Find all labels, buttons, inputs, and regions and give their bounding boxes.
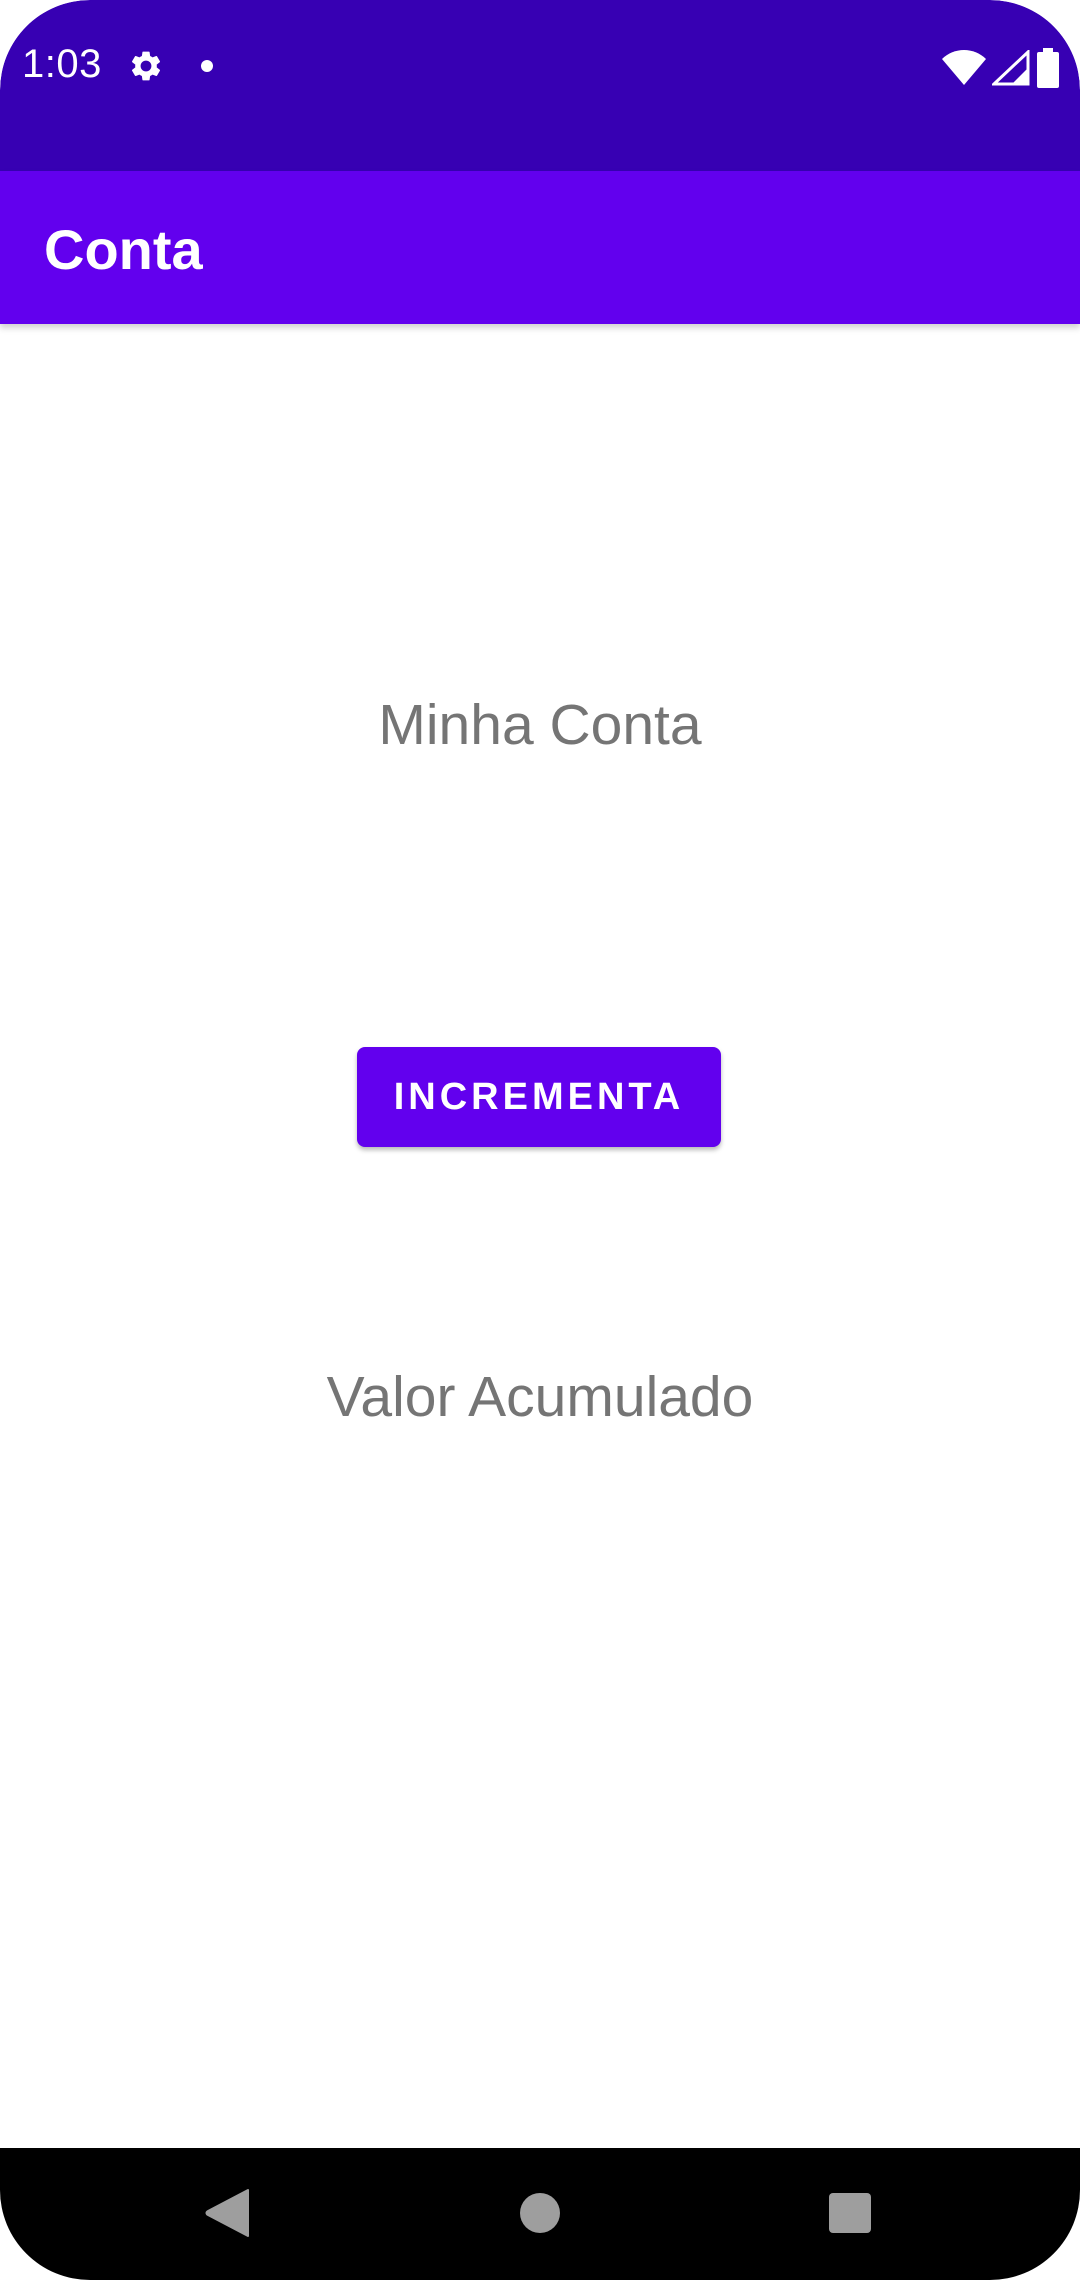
status-time: 1:03 (22, 42, 102, 86)
main-content: Minha Conta INCREMENTA Valor Acumulado (0, 324, 1080, 2148)
wifi-icon (942, 50, 986, 85)
app-title: Conta (44, 218, 203, 281)
status-bar: 1:03 (0, 0, 1080, 171)
app-screen: 1:03 Conta Minha Conta INCREMENTA Valor … (0, 0, 1080, 2280)
status-icons (942, 48, 1060, 88)
recents-icon[interactable] (829, 2193, 871, 2233)
accumulated-value-text: Valor Acumulado (326, 1365, 754, 1429)
app-bar: Conta (0, 171, 1080, 324)
navigation-bar (0, 2148, 1080, 2280)
back-icon[interactable] (204, 2188, 250, 2238)
gear-icon (131, 51, 161, 81)
increment-button[interactable]: INCREMENTA (357, 1047, 721, 1147)
signal-icon (992, 50, 1030, 86)
home-icon[interactable] (520, 2193, 560, 2233)
battery-icon (1037, 48, 1059, 88)
account-title: Minha Conta (378, 693, 702, 757)
notification-dot-icon (201, 60, 213, 72)
